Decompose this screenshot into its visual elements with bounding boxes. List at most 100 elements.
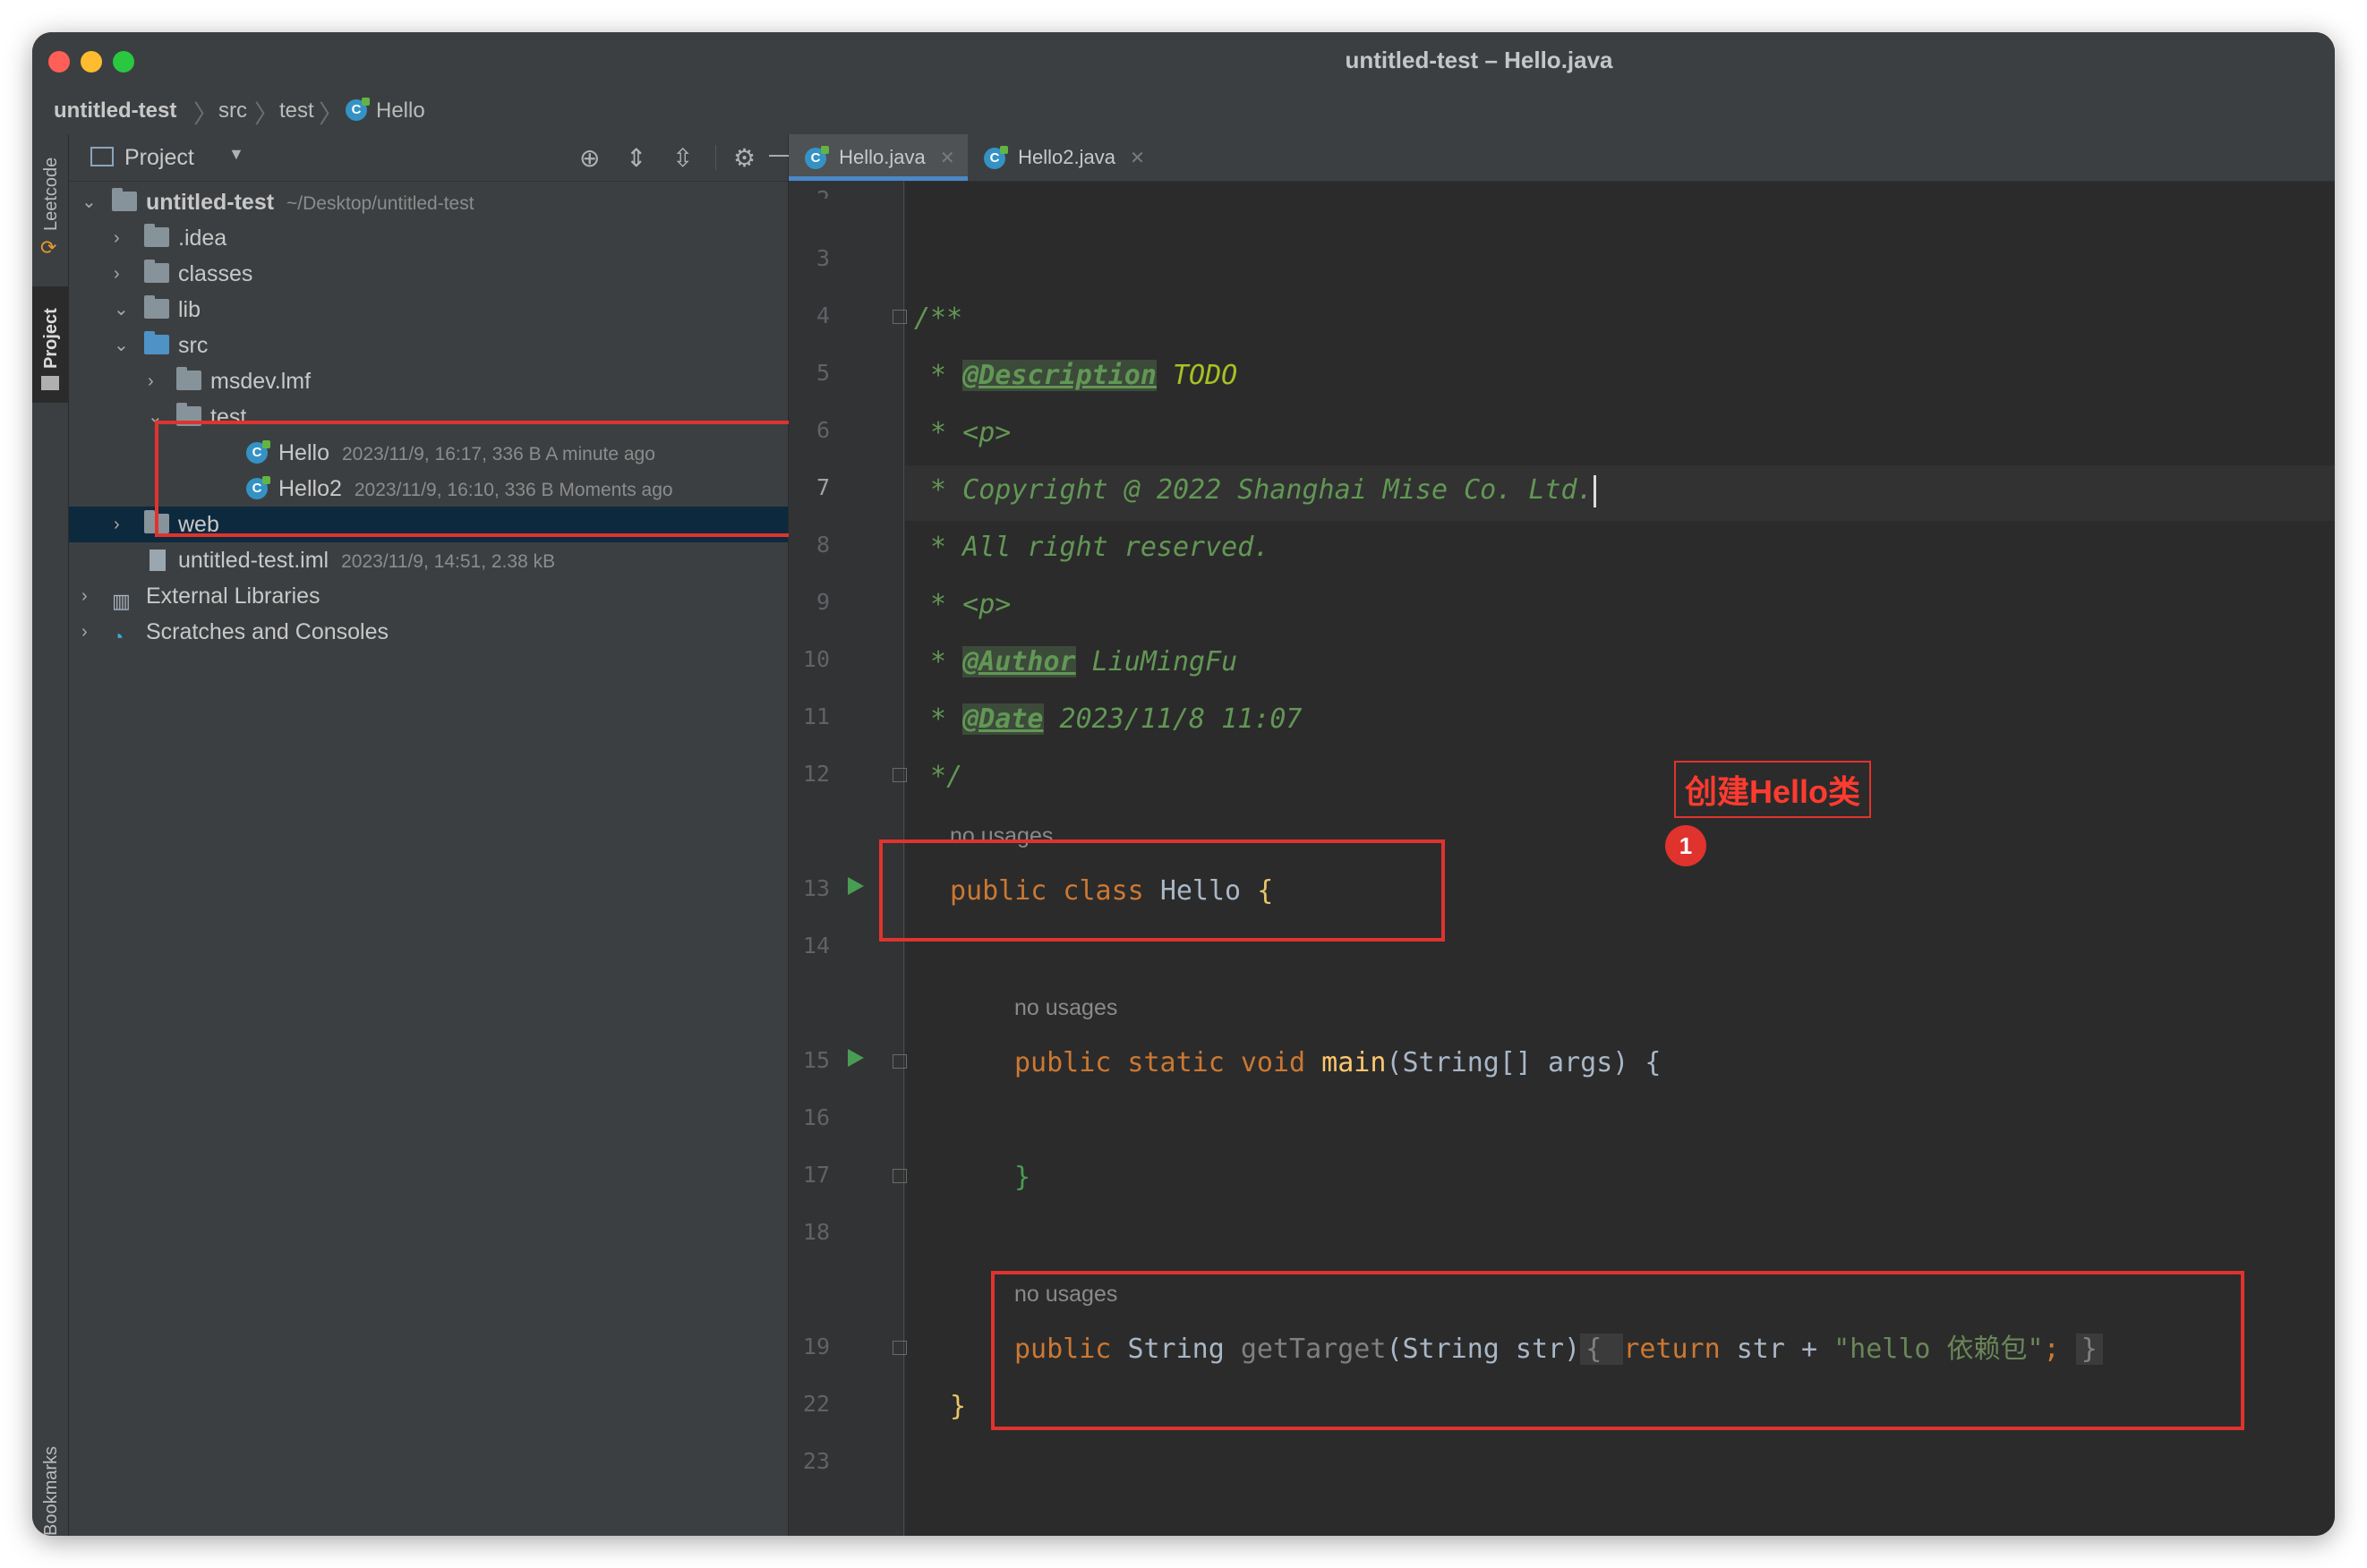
tool-window-strip: Leetcode ⟳ Project Bookmarks	[32, 134, 69, 1536]
tree-item-iml[interactable]: untitled-test.iml 2023/11/9, 14:51, 2.38 …	[69, 542, 788, 578]
line-number: 23	[802, 1448, 830, 1474]
run-class-icon[interactable]	[848, 877, 864, 895]
folder-icon	[144, 295, 169, 319]
chevron-down-icon[interactable]: ⌄	[114, 292, 129, 328]
chevron-right-icon[interactable]: ›	[114, 220, 120, 256]
code-line-22[interactable]: }	[950, 1389, 966, 1425]
chevron-right-icon[interactable]: ›	[148, 363, 154, 399]
code-line-13[interactable]: public class Hello {	[950, 873, 1273, 909]
usages-hint[interactable]: no usages	[1014, 1282, 1117, 1308]
fold-marker-icon[interactable]	[893, 1169, 907, 1183]
leetcode-tool-button[interactable]: Leetcode ⟳	[32, 134, 68, 268]
tab-hello-java[interactable]: C Hello.java ✕	[789, 134, 968, 181]
usages-hint[interactable]: no usages	[1014, 995, 1117, 1021]
leetcode-label: Leetcode	[41, 157, 61, 231]
folder-icon	[41, 376, 59, 390]
code-line-8[interactable]: * All right reserved.	[914, 530, 1269, 566]
fold-marker-icon[interactable]	[893, 768, 907, 782]
java-class-icon: C	[346, 98, 370, 121]
breadcrumb-separator-icon: 〉	[193, 100, 219, 128]
header-divider	[715, 145, 716, 170]
locate-file-icon[interactable]: ⊕	[579, 143, 600, 173]
breadcrumb-src[interactable]: src	[218, 98, 247, 124]
line-number: 3	[816, 245, 830, 271]
tree-item-label: test	[210, 405, 247, 430]
line-number: 5	[816, 360, 830, 386]
chevron-right-icon[interactable]: ›	[81, 614, 88, 650]
tree-item-src[interactable]: ⌄ src	[69, 328, 788, 363]
package-icon	[176, 367, 201, 390]
chevron-down-icon[interactable]: ⌄	[148, 399, 163, 435]
file-meta: 2023/11/9, 16:10, 336 B Moments ago	[354, 480, 673, 500]
line-number: 15	[802, 1047, 830, 1073]
tree-item-label: src	[178, 333, 209, 358]
code-line-19[interactable]: public String getTarget(String str){ ret…	[1014, 1332, 2103, 1368]
code-line-5[interactable]: * @Description TODO	[914, 358, 1237, 394]
tab-label: Hello.java	[839, 146, 926, 168]
ide-window: untitled-test – Hello.java untitled-test…	[32, 32, 2335, 1536]
code-line-17[interactable]: }	[1014, 1160, 1030, 1196]
project-panel-title[interactable]: Project	[124, 145, 194, 171]
chevron-down-icon[interactable]: ⌄	[81, 184, 97, 220]
tree-item-web[interactable]: › web	[69, 507, 788, 542]
annotation-callout: 创建Hello类	[1674, 761, 1872, 818]
usages-hint[interactable]: no usages	[950, 823, 1053, 849]
folder-icon	[144, 224, 169, 247]
code-line-11[interactable]: * @Date 2023/11/8 11:07	[914, 702, 1302, 737]
tree-item-lib[interactable]: ⌄ lib	[69, 292, 788, 328]
tree-item-msdev[interactable]: › msdev.lmf	[69, 363, 788, 399]
breadcrumb-project[interactable]: untitled-test	[54, 98, 176, 124]
fold-marker-icon[interactable]	[893, 1054, 907, 1069]
chevron-right-icon[interactable]: ›	[81, 578, 88, 614]
code-line-12[interactable]: */	[914, 759, 962, 795]
tab-hello2-java[interactable]: C Hello2.java ✕	[968, 134, 1156, 181]
chevron-right-icon[interactable]: ›	[114, 507, 120, 542]
project-panel: Project ▼ ⊕ ⇕ ⇳ ⚙ — ⌄ untitled-test ~/Des…	[69, 134, 821, 1536]
breadcrumb-file[interactable]: Hello	[376, 98, 425, 124]
code-line-15[interactable]: public static void main(String[] args) {	[1014, 1045, 1661, 1081]
tree-item-idea[interactable]: › .idea	[69, 220, 788, 256]
tree-item-classes[interactable]: › classes	[69, 256, 788, 292]
source-folder-icon	[144, 331, 169, 354]
collapse-all-icon[interactable]: ⇳	[672, 143, 693, 173]
expand-all-icon[interactable]: ⇕	[626, 143, 646, 173]
code-line-10[interactable]: * @Author LiuMingFu	[914, 644, 1237, 680]
web-folder-icon	[144, 510, 169, 533]
tree-item-label: classes	[178, 261, 253, 286]
title-bar: untitled-test – Hello.java	[32, 32, 2335, 88]
package-icon	[176, 403, 201, 426]
close-icon[interactable]: ✕	[940, 149, 955, 168]
gear-icon[interactable]: ⚙	[733, 143, 756, 173]
bookmarks-tool-button[interactable]: Bookmarks	[32, 1432, 68, 1536]
code-line-6[interactable]: * <p>	[914, 415, 1011, 451]
chevron-right-icon[interactable]: ›	[114, 256, 120, 292]
chevron-down-icon[interactable]: ▼	[228, 145, 244, 164]
root-name: untitled-test	[146, 190, 275, 215]
chevron-down-icon[interactable]: ⌄	[114, 328, 129, 363]
tree-item-hello[interactable]: C Hello 2023/11/9, 16:17, 336 B A minute …	[69, 435, 788, 471]
tree-item-label: Hello2	[278, 476, 342, 501]
line-number: 18	[802, 1219, 830, 1245]
fold-marker-icon[interactable]	[893, 310, 907, 324]
line-number: 19	[802, 1334, 830, 1359]
gutter-divider	[903, 181, 904, 1536]
line-number: 4	[816, 303, 830, 328]
tree-item-test[interactable]: ⌄ test	[69, 399, 788, 435]
code-line-9[interactable]: * <p>	[914, 587, 1011, 623]
breadcrumb-test[interactable]: test	[279, 98, 314, 124]
tree-item-hello2[interactable]: C Hello2 2023/11/9, 16:10, 336 B Moments …	[69, 471, 788, 507]
breadcrumb-separator-icon: 〉	[319, 100, 345, 128]
line-number: 9	[816, 589, 830, 615]
tree-item-scratches[interactable]: › ◔ Scratches and Consoles	[69, 614, 788, 650]
module-file-icon	[150, 550, 166, 571]
code-editor[interactable]: C Hello.java ✕ C Hello2.java ✕ 2 3 4 5 6…	[789, 134, 2335, 1536]
tree-item-external-libraries[interactable]: › ▥ External Libraries	[69, 578, 788, 614]
run-main-icon[interactable]	[848, 1049, 864, 1067]
project-tool-button[interactable]: Project	[32, 286, 68, 403]
expand-fold-icon[interactable]	[893, 1341, 907, 1355]
code-line-7[interactable]: * Copyright @ 2022 Shanghai Mise Co. Ltd…	[914, 473, 1596, 508]
code-line-4[interactable]: /**	[914, 301, 962, 337]
bookmarks-label: Bookmarks	[41, 1445, 61, 1536]
tree-root-untitled-test[interactable]: ⌄ untitled-test ~/Desktop/untitled-test	[69, 184, 788, 220]
close-icon[interactable]: ✕	[1130, 149, 1145, 168]
